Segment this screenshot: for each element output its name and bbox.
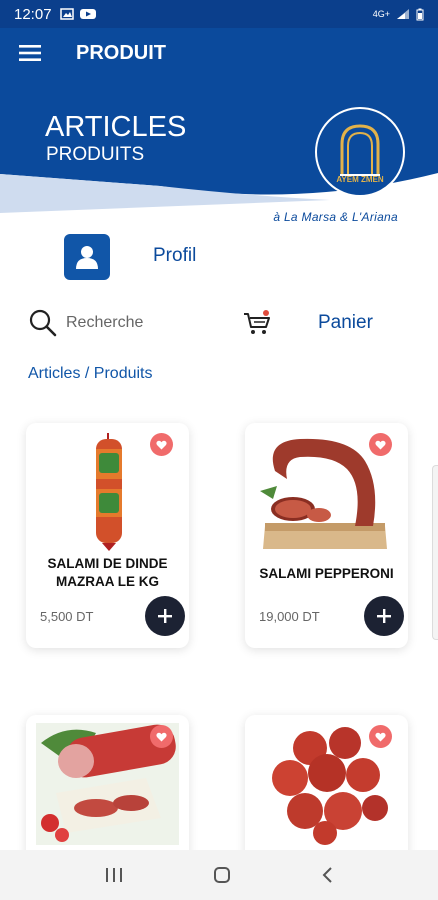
scroll-handle[interactable] xyxy=(432,465,438,640)
favorite-button[interactable] xyxy=(150,433,173,456)
product-name: SALAMI PEPPERONI xyxy=(259,566,394,581)
recent-apps-icon[interactable] xyxy=(105,867,123,883)
system-nav-bar xyxy=(0,850,438,900)
breadcrumb[interactable]: Articles / Produits xyxy=(28,365,152,383)
search-cart-row: Panier xyxy=(0,300,438,346)
heart-icon xyxy=(375,440,386,449)
banner-title: ARTICLES xyxy=(45,111,186,143)
app-bar: PRODUIT xyxy=(0,28,438,78)
hamburger-icon[interactable] xyxy=(0,28,60,78)
profile-row: Profil xyxy=(0,232,438,282)
add-to-cart-button[interactable] xyxy=(364,596,404,636)
brand-logo-text: AYEM ZMEN xyxy=(336,175,383,184)
youtube-icon xyxy=(79,9,96,19)
search-input[interactable] xyxy=(62,308,222,338)
banner-tagline: à La Marsa & L'Ariana xyxy=(273,210,398,224)
banner-background: ARTICLES PRODUITS AYEM ZMEN xyxy=(0,78,438,213)
network-type: 4G+ xyxy=(372,9,390,19)
add-to-cart-button[interactable] xyxy=(145,596,185,636)
plus-icon xyxy=(158,609,172,623)
status-time: 12:07 xyxy=(14,5,52,23)
cart-badge xyxy=(263,310,269,316)
cart-link[interactable]: Panier xyxy=(318,312,373,334)
product-card[interactable]: SALAMI DE DINDE MAZRAA LE KG 5,500 DT xyxy=(26,423,189,648)
favorite-button[interactable] xyxy=(369,433,392,456)
banner-subtitle: PRODUITS xyxy=(46,144,144,165)
search-icon[interactable] xyxy=(28,308,58,338)
product-price: 19,000 DT xyxy=(259,609,320,624)
back-icon[interactable] xyxy=(321,866,333,884)
heart-icon xyxy=(156,732,167,741)
header-banner: ARTICLES PRODUITS AYEM ZMEN à La Marsa &… xyxy=(0,78,438,228)
profile-button[interactable] xyxy=(64,234,110,280)
favorite-button[interactable] xyxy=(369,725,392,748)
profile-link[interactable]: Profil xyxy=(153,245,196,267)
heart-icon xyxy=(375,732,386,741)
page-title: PRODUIT xyxy=(76,41,166,64)
product-card[interactable]: SALAMI PEPPERONI 19,000 DT xyxy=(245,423,408,648)
brand-logo: AYEM ZMEN xyxy=(315,107,405,197)
status-bar: 12:07 4G+ xyxy=(0,0,438,28)
home-icon[interactable] xyxy=(213,866,231,884)
plus-icon xyxy=(377,609,391,623)
favorite-button[interactable] xyxy=(150,725,173,748)
user-icon xyxy=(76,246,98,269)
signal-icon xyxy=(397,9,409,19)
gallery-icon xyxy=(59,8,74,20)
product-name: SALAMI DE DINDE MAZRAA LE KG xyxy=(47,556,168,589)
battery-icon xyxy=(416,8,424,20)
heart-icon xyxy=(156,440,167,449)
status-indicators: 4G+ xyxy=(373,8,424,21)
product-price: 5,500 DT xyxy=(40,609,94,624)
notification-icons xyxy=(59,8,96,20)
